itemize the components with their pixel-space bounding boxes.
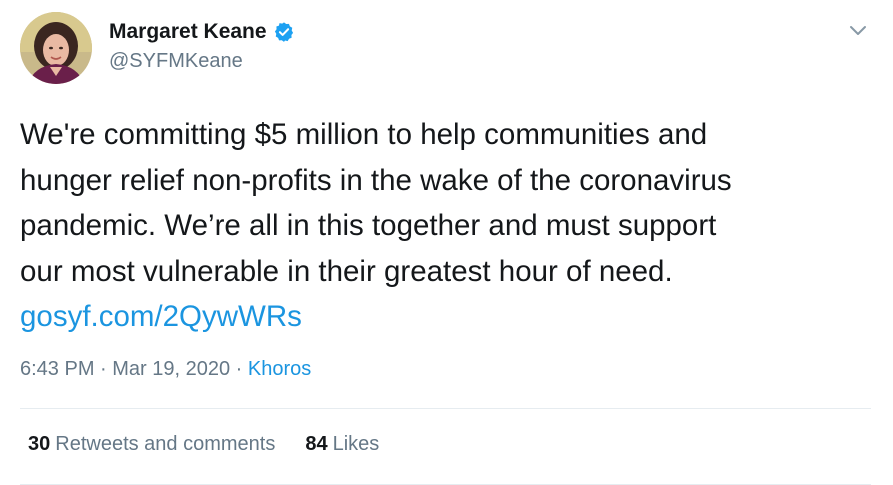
retweets-label: Retweets and comments: [55, 433, 276, 455]
likes-count: 84: [305, 433, 328, 455]
tweet-text-line: We're committing $5 million to help comm…: [20, 118, 708, 151]
avatar-image: [20, 12, 92, 84]
tweet-text-line: hunger relief non-profits in the wake of…: [20, 163, 732, 197]
tweet-text-line: pandemic. We’re all in this together and…: [20, 209, 717, 242]
tweet-meta: 6:43 PM · Mar 19, 2020 · Khoros: [20, 358, 311, 381]
retweets-count: 30: [28, 433, 51, 455]
user-handle[interactable]: @SYFMKeane: [109, 50, 295, 73]
tweet-card: Margaret Keane @SYFMKeane We're committi…: [0, 0, 893, 485]
tweet-text-line: our most vulnerable in their greatest ho…: [20, 254, 673, 288]
display-name-row: Margaret Keane: [109, 17, 295, 47]
retweets-stat[interactable]: 30 Retweets and comments: [28, 433, 275, 456]
tweet-source[interactable]: Khoros: [248, 358, 311, 380]
tweet-date[interactable]: Mar 19, 2020: [112, 358, 230, 380]
tweet-stats: 30 Retweets and comments 84 Likes: [28, 433, 409, 456]
verified-badge-icon: [273, 21, 295, 43]
display-name[interactable]: Margaret Keane: [109, 20, 267, 44]
meta-separator: ·: [230, 358, 248, 380]
tweet-time[interactable]: 6:43 PM: [20, 358, 94, 380]
avatar[interactable]: [20, 12, 92, 84]
likes-stat[interactable]: 84 Likes: [305, 433, 379, 456]
likes-label: Likes: [332, 433, 380, 455]
chevron-down-icon[interactable]: [846, 22, 870, 40]
meta-separator: ·: [94, 358, 113, 380]
divider: [20, 408, 871, 409]
tweet-link[interactable]: gosyf.com/2QywWRs: [20, 300, 302, 333]
author-info: Margaret Keane @SYFMKeane: [109, 17, 295, 73]
tweet-body: We're committing $5 million to help comm…: [20, 112, 880, 340]
